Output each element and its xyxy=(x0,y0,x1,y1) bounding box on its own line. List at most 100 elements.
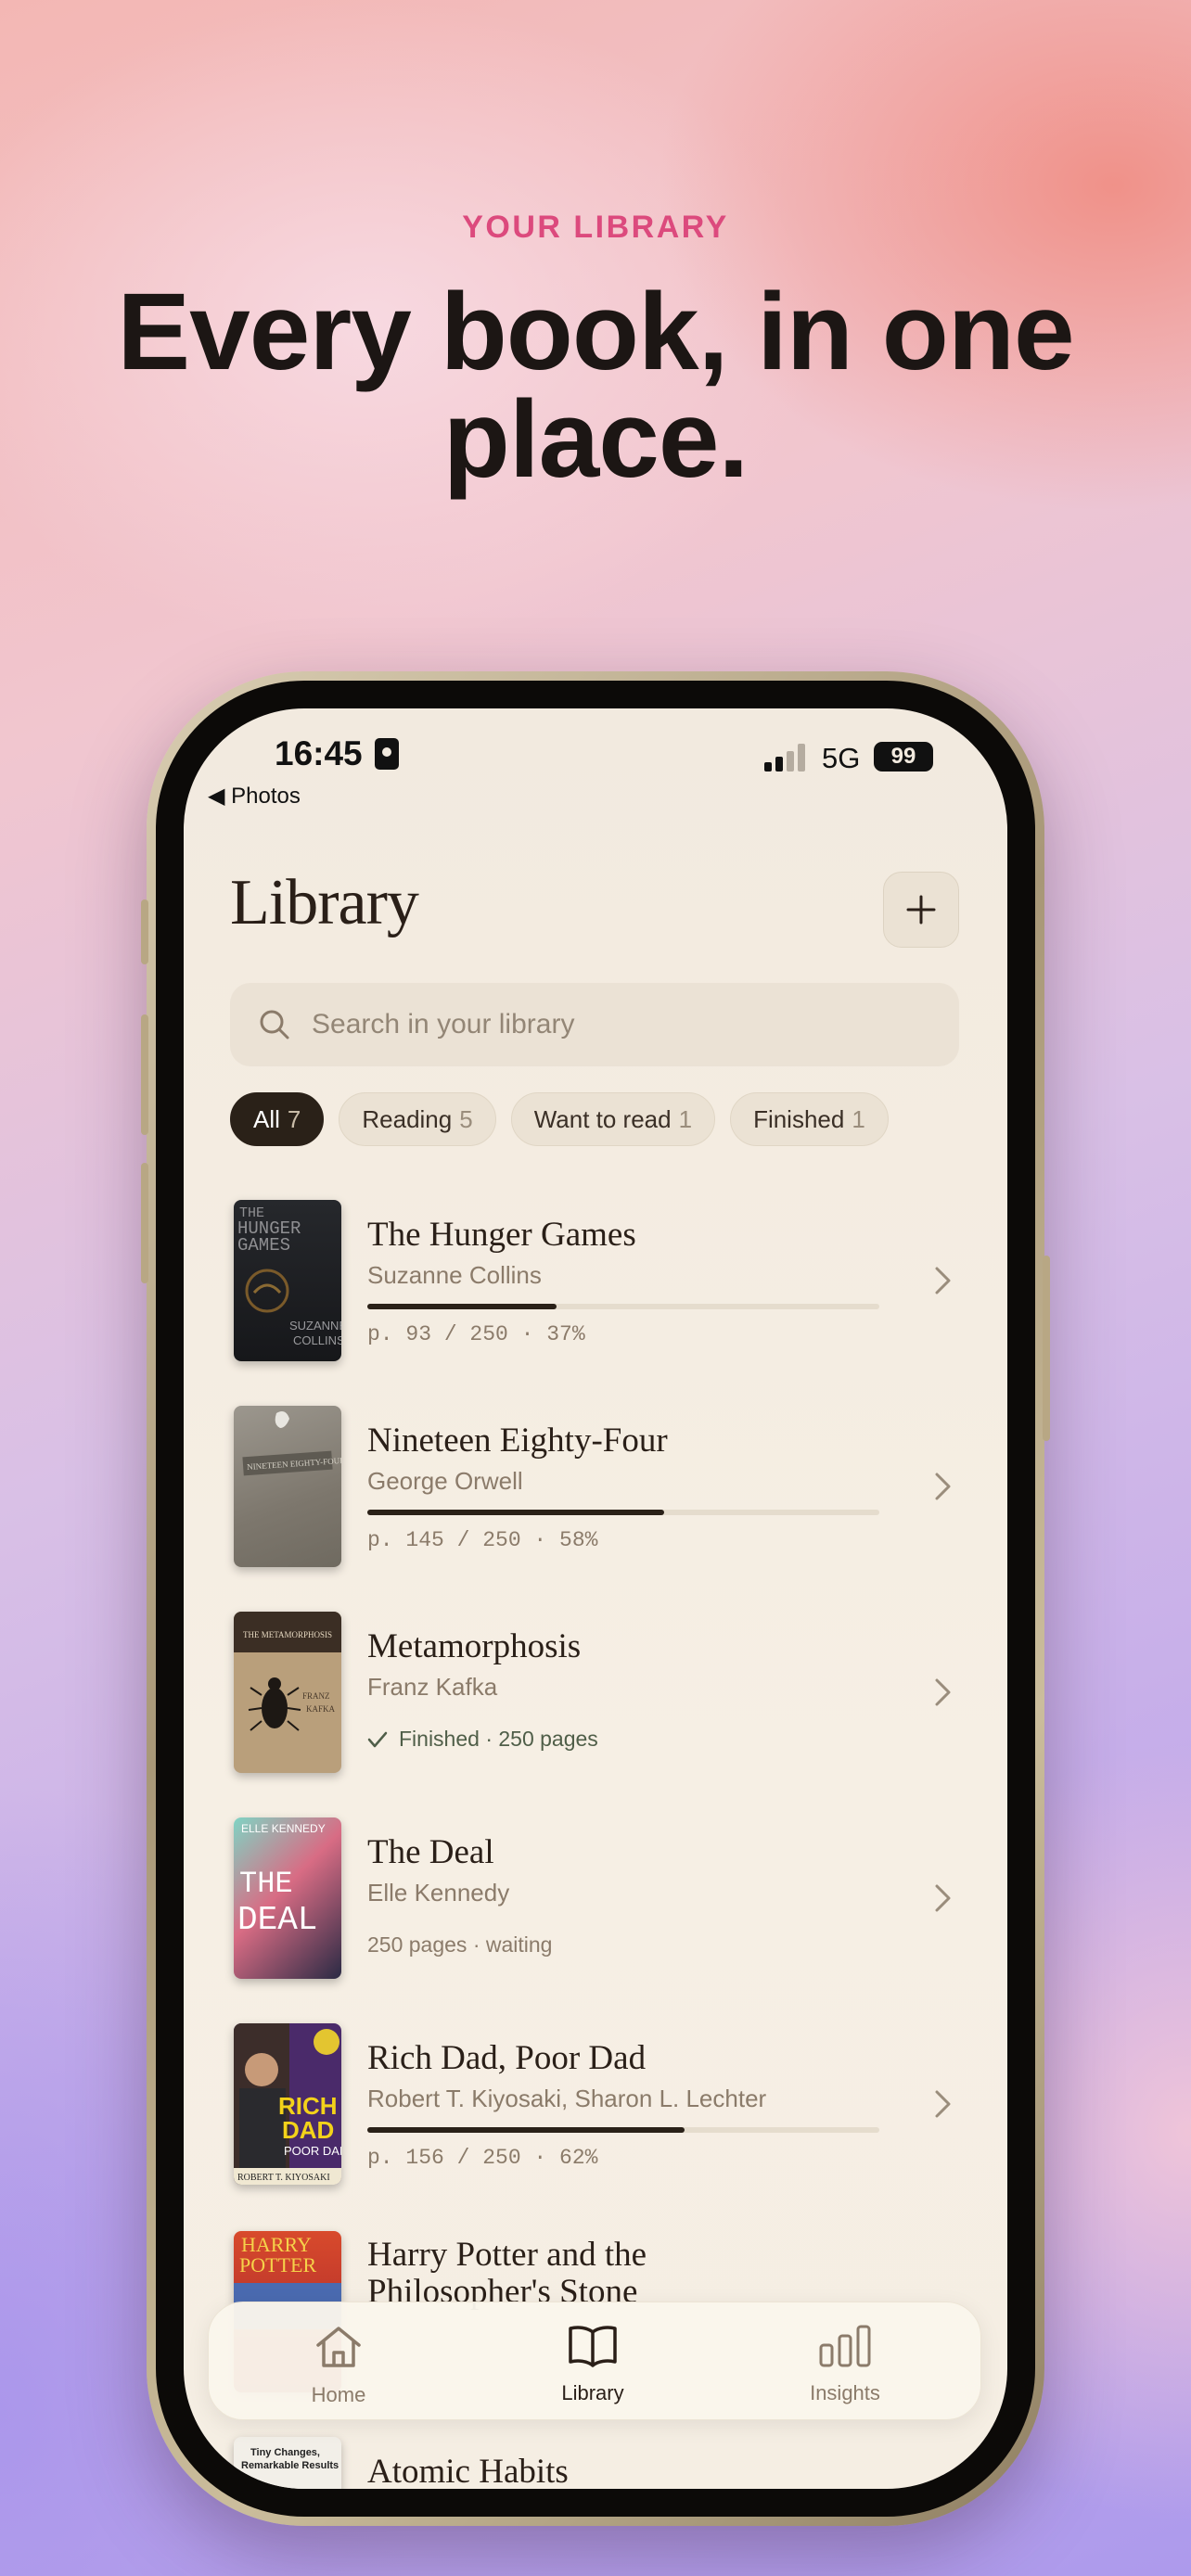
cover-text: ROBERT T. KIYOSAKI xyxy=(237,2173,330,2183)
book-cover: THE METAMORPHOSIS FRANZ KAFKA xyxy=(234,1612,341,1773)
filter-label: Want to read xyxy=(533,1104,672,1133)
filter-finished[interactable]: Finished 1 xyxy=(730,1092,889,1146)
cover-text: Tiny Changes, xyxy=(250,2447,320,2458)
book-cover: Tiny Changes, Remarkable Results xyxy=(234,2437,341,2489)
side-button-action xyxy=(141,899,148,964)
search-placeholder: Search in your library xyxy=(312,1009,575,1039)
cover-text: POOR DAD xyxy=(284,2144,341,2158)
progress-fill xyxy=(367,1304,557,1309)
progress-fill xyxy=(367,2127,685,2133)
filter-count: 5 xyxy=(459,1104,473,1133)
cover-text: DEAL xyxy=(237,1901,317,1939)
book-title: Rich Dad, Poor Dad xyxy=(367,2039,647,2077)
cover-art: RICH DAD POOR DAD ROBERT T. KIYOSAKI xyxy=(234,2023,341,2185)
cover-text: SUZANNE xyxy=(289,1319,341,1333)
book-cover: THE HUNGER GAMES SUZANNE COLLINS xyxy=(234,1200,341,1361)
book-cover: RICH DAD POOR DAD ROBERT T. KIYOSAKI xyxy=(234,2023,341,2185)
book-row[interactable]: RICH DAD POOR DAD ROBERT T. KIYOSAKI Ric… xyxy=(184,2023,1007,2187)
filter-count: 7 xyxy=(287,1104,301,1133)
cover-text: ELLE KENNEDY xyxy=(241,1822,326,1835)
side-button-volume-down xyxy=(141,1163,148,1283)
side-button-volume-up xyxy=(141,1014,148,1135)
hero-eyebrow: YOUR LIBRARY xyxy=(462,210,729,245)
book-row[interactable]: THE METAMORPHOSIS FRANZ KAFKA Metamorpho… xyxy=(184,1612,1007,1775)
network-type: 5G xyxy=(822,742,861,774)
contact-card-icon xyxy=(375,738,399,770)
tab-library[interactable]: Library xyxy=(519,2325,667,2405)
cover-art: NINETEEN EIGHTY-FOUR xyxy=(242,1411,341,1476)
filter-count: 1 xyxy=(678,1104,693,1133)
cover-art: THE METAMORPHOSIS FRANZ KAFKA xyxy=(234,1612,341,1731)
reading-progress-bar xyxy=(367,2127,879,2133)
signal-icon xyxy=(764,744,811,772)
chevron-right-icon xyxy=(935,1884,951,1912)
status-bar: 16:45 ◀ Photos 5G 99 xyxy=(184,708,1007,820)
filter-chips: All 7 Reading 5 Want to read 1 Finished 1 xyxy=(230,1092,889,1146)
cover-text: THE METAMORPHOSIS xyxy=(243,1630,332,1639)
book-row[interactable]: THE HUNGER GAMES SUZANNE COLLINS The Hun… xyxy=(184,1200,1007,1363)
finished-text: Finished · 250 pages xyxy=(399,1727,598,1751)
cover-art: ELLE KENNEDY THE DEAL xyxy=(237,1822,326,1939)
book-author: Suzanne Collins xyxy=(367,1261,542,1289)
filter-label: All xyxy=(253,1104,280,1133)
search-icon xyxy=(260,1010,289,1039)
cover-text: COLLINS xyxy=(293,1333,341,1347)
app-screen: 16:45 ◀ Photos 5G 99 Library Search in y… xyxy=(184,708,1007,2489)
tab-insights[interactable]: Insights xyxy=(771,2325,919,2405)
cover-text: GAMES xyxy=(237,1235,290,1256)
tab-home[interactable]: Home xyxy=(264,2325,413,2407)
bar-chart-icon xyxy=(819,2325,871,2367)
reading-progress-bar xyxy=(367,1304,879,1309)
book-author: Robert T. Kiyosaki, Sharon L. Lechter xyxy=(367,2085,767,2112)
filter-reading[interactable]: Reading 5 xyxy=(339,1092,496,1146)
cover-text: DAD xyxy=(282,2116,334,2144)
plus-icon xyxy=(906,895,936,925)
add-book-button[interactable] xyxy=(883,872,959,948)
reading-progress-bar xyxy=(367,1510,879,1515)
book-title: The Deal xyxy=(367,1833,494,1871)
filter-all[interactable]: All 7 xyxy=(230,1092,325,1146)
side-button-power xyxy=(1043,1256,1050,1441)
cover-art: Tiny Changes, Remarkable Results xyxy=(241,2447,339,2471)
checkmark-icon xyxy=(367,1731,388,1747)
book-row[interactable]: Tiny Changes, Remarkable Results Atomic … xyxy=(184,2437,1007,2489)
book-author: Franz Kafka xyxy=(367,1673,498,1701)
cover-art: THE HUNGER GAMES SUZANNE COLLINS xyxy=(237,1205,341,1347)
search-bar[interactable]: Search in your library xyxy=(230,983,959,1066)
page-title: Library xyxy=(230,867,419,938)
book-row[interactable]: ELLE KENNEDY THE DEAL The Deal Elle Kenn… xyxy=(184,1817,1007,1981)
chevron-right-icon xyxy=(935,1267,951,1294)
chevron-right-icon xyxy=(935,1473,951,1500)
progress-text: p. 156 / 250 · 62% xyxy=(367,2146,598,2170)
book-cover: NINETEEN EIGHTY-FOUR xyxy=(234,1406,341,1567)
book-cover: ELLE KENNEDY THE DEAL xyxy=(234,1817,341,1979)
progress-text: p. 145 / 250 · 58% xyxy=(367,1528,598,1552)
book-open-icon xyxy=(569,2326,617,2367)
book-meta: 250 pages · waiting xyxy=(367,1932,553,1957)
chevron-right-icon xyxy=(935,1678,951,1706)
cover-text: Remarkable Results xyxy=(241,2460,339,2471)
battery-icon: 99 xyxy=(874,742,933,772)
cover-text: KAFKA xyxy=(306,1704,336,1714)
filter-label: Finished xyxy=(753,1104,845,1133)
cover-text: FRANZ xyxy=(302,1691,330,1701)
battery-level: 99 xyxy=(890,744,916,769)
finished-status: Finished · 250 pages xyxy=(367,1727,598,1752)
tab-label: Insights xyxy=(810,2381,880,2404)
filter-label: Reading xyxy=(362,1104,453,1133)
book-title: Atomic Habits xyxy=(367,2453,569,2489)
book-row[interactable]: NINETEEN EIGHTY-FOUR Nineteen Eighty-Fou… xyxy=(184,1406,1007,1569)
back-to-photos-link[interactable]: ◀ Photos xyxy=(208,783,301,810)
cover-text: THE xyxy=(239,1867,293,1901)
tab-label: Library xyxy=(561,2381,624,2404)
filter-want-to-read[interactable]: Want to read 1 xyxy=(510,1092,716,1146)
progress-fill xyxy=(367,1510,665,1515)
tab-bar: Home Library Insights xyxy=(208,2302,981,2420)
filter-count: 1 xyxy=(852,1104,865,1133)
book-title: The Hunger Games xyxy=(367,1216,636,1254)
hero-headline: Every book, in one place. xyxy=(117,271,1074,501)
chevron-right-icon xyxy=(935,2090,951,2118)
book-author: Elle Kennedy xyxy=(367,1879,510,1906)
book-title: Nineteen Eighty-Four xyxy=(367,1422,668,1460)
tab-label: Home xyxy=(311,2383,366,2406)
